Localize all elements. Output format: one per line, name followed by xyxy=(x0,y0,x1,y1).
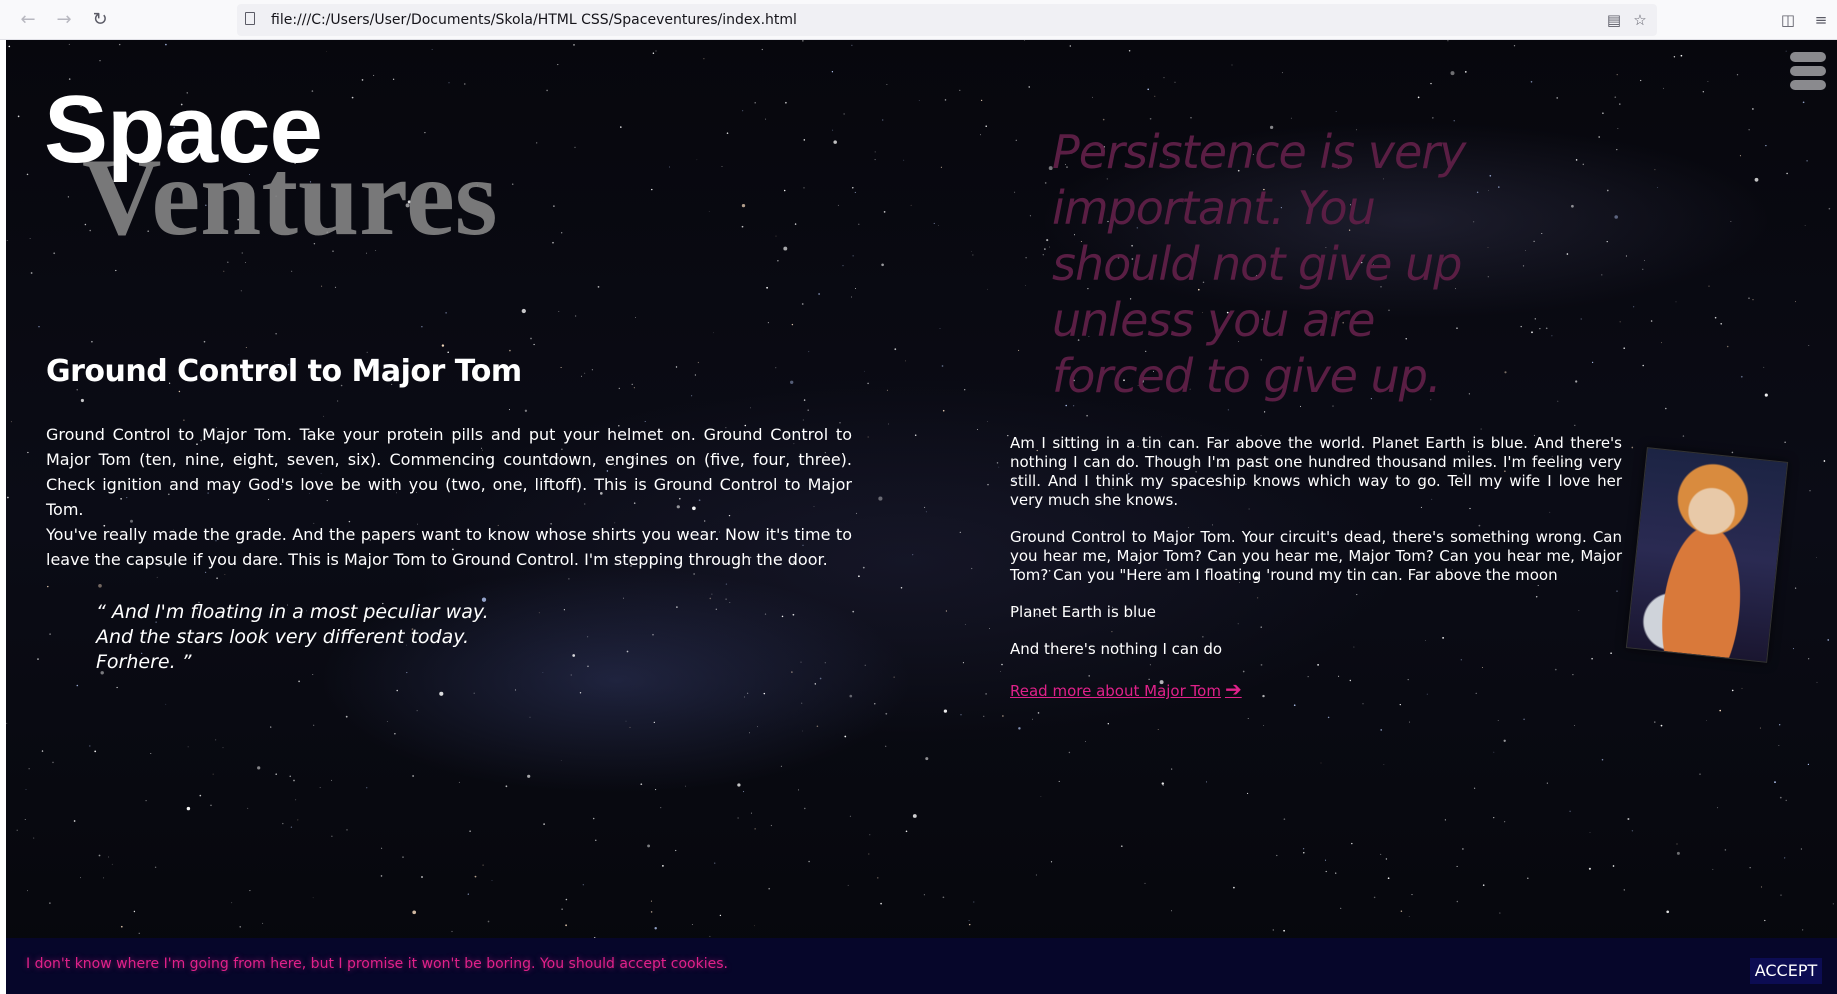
cookie-message: I don't know where I'm going from here, … xyxy=(26,956,728,972)
hamburger-menu-icon[interactable] xyxy=(1790,50,1828,92)
reload-icon[interactable]: ↻ xyxy=(88,8,112,32)
accept-cookies-button[interactable]: ACCEPT xyxy=(1750,958,1822,984)
arrow-right-icon[interactable]: ➔ xyxy=(1225,677,1242,701)
address-bar[interactable]: file:///C:/Users/User/Documents/Skola/HT… xyxy=(237,4,1657,36)
right-column: Am I sitting in a tin can. Far above the… xyxy=(1010,434,1789,701)
quote-line: “ And I'm floating in a most peculiar wa… xyxy=(96,601,489,623)
read-more-link[interactable]: Read more about Major Tom ➔ xyxy=(1010,677,1242,701)
address-bar-url[interactable]: file:///C:/Users/User/Documents/Skola/HT… xyxy=(271,12,797,28)
back-arrow-icon[interactable]: ← xyxy=(16,8,40,32)
read-more-label[interactable]: Read more about Major Tom xyxy=(1010,682,1221,700)
left-paragraph-1: Ground Control to Major Tom. Take your p… xyxy=(46,425,852,519)
bookmark-star-icon[interactable]: ☆ xyxy=(1629,9,1651,31)
page-icon xyxy=(245,12,255,25)
astronaut-portrait-image xyxy=(1625,447,1789,663)
browser-toolbar: ← → ↻ file:///C:/Users/User/Documents/Sk… xyxy=(0,0,1837,40)
app-menu-icon[interactable]: ≡ xyxy=(1810,9,1832,31)
section-heading: Ground Control to Major Tom xyxy=(46,354,522,389)
page-content: Ventures Space Ground Control to Major T… xyxy=(6,40,1837,994)
persistence-quote: Persistence is very important. You shoul… xyxy=(1052,125,1466,403)
reader-view-icon[interactable]: ▤ xyxy=(1603,9,1625,31)
forward-arrow-icon[interactable]: → xyxy=(52,8,76,32)
logo-space: Space xyxy=(44,76,323,183)
cookie-banner: I don't know where I'm going from here, … xyxy=(6,938,1837,994)
pocket-icon[interactable]: ◫ xyxy=(1777,9,1799,31)
floating-quote: “ And I'm floating in a most peculiar wa… xyxy=(96,600,596,675)
quote-line: Forhere. ” xyxy=(96,651,192,673)
quote-line: And the stars look very different today. xyxy=(96,626,470,648)
left-paragraph-2: You've really made the grade. And the pa… xyxy=(46,525,852,569)
